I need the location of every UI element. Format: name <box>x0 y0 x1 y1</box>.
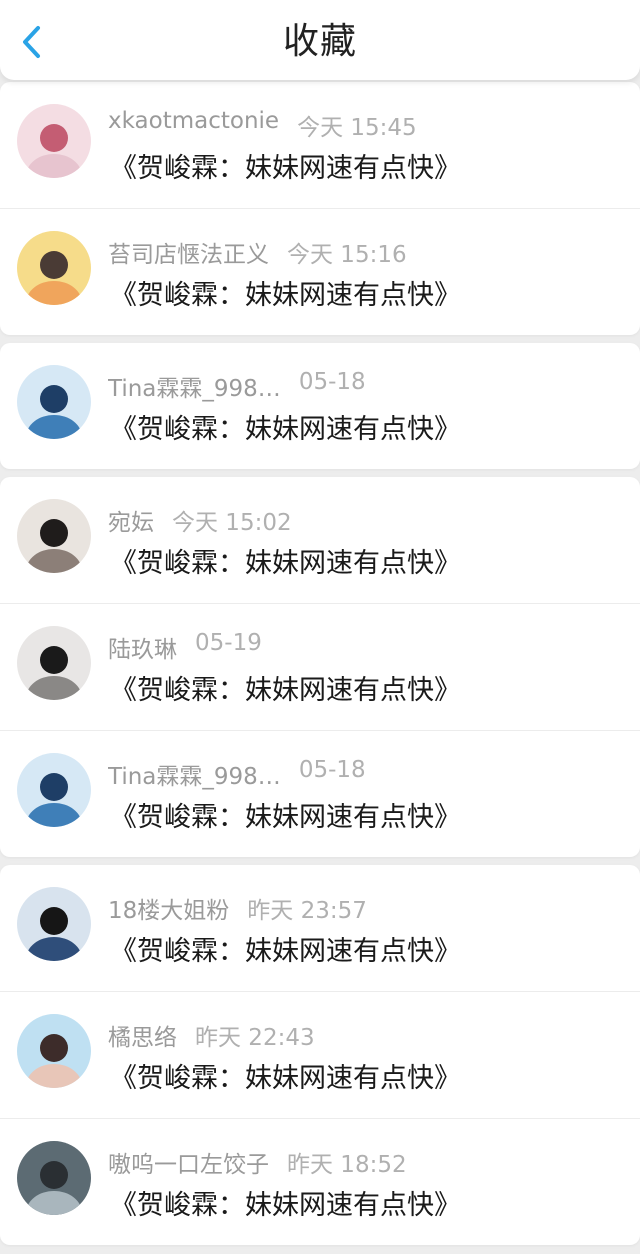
favorite-item[interactable]: 橘思络 昨天 22:43 《贺峻霖：妹妹网速有点快》 <box>0 991 640 1118</box>
user-name[interactable]: 嗷呜一口左饺子 <box>108 1145 269 1179</box>
article-title[interactable]: 《贺峻霖：妹妹网速有点快》 <box>110 929 461 968</box>
article-title[interactable]: 《贺峻霖：妹妹网速有点快》 <box>110 795 461 834</box>
item-meta: 18楼大姐粉 昨天 23:57 <box>108 891 367 925</box>
item-meta: xkaotmactonie 今天 15:45 <box>108 108 417 141</box>
item-meta: Tina霖霖_998… 05-18 <box>108 369 366 403</box>
user-name[interactable]: 苔司店惬法正义 <box>108 235 269 269</box>
item-meta: 陆玖琳 05-19 <box>108 630 262 664</box>
user-name[interactable]: xkaotmactonie <box>108 108 279 134</box>
user-name[interactable]: 18楼大姐粉 <box>108 891 229 925</box>
timestamp: 今天 15:02 <box>172 510 292 536</box>
timestamp: 今天 15:45 <box>297 115 417 141</box>
user-name[interactable]: Tina霖霖_998… <box>108 369 281 403</box>
item-meta: 宛妘 今天 15:02 <box>108 503 292 537</box>
user-avatar[interactable] <box>17 1014 91 1088</box>
page-title: 收藏 <box>282 21 357 62</box>
timestamp: 05-18 <box>298 369 366 395</box>
favorite-item[interactable]: Tina霖霖_998… 05-18 《贺峻霖：妹妹网速有点快》 <box>0 343 640 469</box>
user-avatar[interactable] <box>17 499 91 573</box>
favorites-group: Tina霖霖_998… 05-18 《贺峻霖：妹妹网速有点快》 <box>0 343 640 469</box>
favorite-item[interactable]: Tina霖霖_998… 05-18 《贺峻霖：妹妹网速有点快》 <box>0 730 640 857</box>
favorite-item[interactable]: 宛妘 今天 15:02 《贺峻霖：妹妹网速有点快》 <box>0 477 640 603</box>
article-title[interactable]: 《贺峻霖：妹妹网速有点快》 <box>110 146 461 185</box>
article-title[interactable]: 《贺峻霖：妹妹网速有点快》 <box>110 668 461 707</box>
user-avatar[interactable] <box>17 365 91 439</box>
favorites-group: 宛妘 今天 15:02 《贺峻霖：妹妹网速有点快》 陆玖琳 05-19 《贺峻霖：妹妹网速… <box>0 477 640 857</box>
timestamp: 昨天 18:52 <box>287 1152 407 1178</box>
user-name[interactable]: 陆玖琳 <box>108 630 177 664</box>
item-meta: 嗷呜一口左饺子 昨天 18:52 <box>108 1145 407 1179</box>
item-meta: 橘思络 昨天 22:43 <box>108 1018 315 1052</box>
article-title[interactable]: 《贺峻霖：妹妹网速有点快》 <box>110 407 461 446</box>
user-avatar[interactable] <box>17 1141 91 1215</box>
user-avatar[interactable] <box>17 753 91 827</box>
article-title[interactable]: 《贺峻霖：妹妹网速有点快》 <box>110 273 461 312</box>
article-title[interactable]: 《贺峻霖：妹妹网速有点快》 <box>110 1183 461 1222</box>
timestamp: 05-19 <box>195 630 262 656</box>
favorite-item[interactable]: xkaotmactonie 今天 15:45 《贺峻霖：妹妹网速有点快》 <box>0 82 640 208</box>
article-title[interactable]: 《贺峻霖：妹妹网速有点快》 <box>110 1056 461 1095</box>
favorite-item[interactable]: 陆玖琳 05-19 《贺峻霖：妹妹网速有点快》 <box>0 603 640 730</box>
user-avatar[interactable] <box>17 231 91 305</box>
favorite-item[interactable]: 18楼大姐粉 昨天 23:57 《贺峻霖：妹妹网速有点快》 <box>0 865 640 991</box>
item-meta: 苔司店惬法正义 今天 15:16 <box>108 235 407 269</box>
favorites-group: xkaotmactonie 今天 15:45 《贺峻霖：妹妹网速有点快》 苔司店惬法正… <box>0 82 640 335</box>
timestamp: 05-18 <box>298 757 366 783</box>
item-meta: Tina霖霖_998… 05-18 <box>108 757 366 791</box>
favorite-item[interactable]: 嗷呜一口左饺子 昨天 18:52 《贺峻霖：妹妹网速有点快》 <box>0 1118 640 1245</box>
timestamp: 昨天 23:57 <box>247 898 367 924</box>
user-name[interactable]: Tina霖霖_998… <box>108 757 281 791</box>
favorite-item[interactable]: 苔司店惬法正义 今天 15:16 《贺峻霖：妹妹网速有点快》 <box>0 208 640 335</box>
user-avatar[interactable] <box>17 626 91 700</box>
timestamp: 今天 15:16 <box>287 242 407 268</box>
user-avatar[interactable] <box>17 104 91 178</box>
timestamp: 昨天 22:43 <box>195 1025 315 1051</box>
user-name[interactable]: 宛妘 <box>108 503 154 537</box>
article-title[interactable]: 《贺峻霖：妹妹网速有点快》 <box>110 541 461 580</box>
user-avatar[interactable] <box>17 887 91 961</box>
user-name[interactable]: 橘思络 <box>108 1018 177 1052</box>
favorites-group: 18楼大姐粉 昨天 23:57 《贺峻霖：妹妹网速有点快》 橘思络 昨天 22:43 《贺… <box>0 865 640 1245</box>
favorites-list: xkaotmactonie 今天 15:45 《贺峻霖：妹妹网速有点快》 苔司店惬法正… <box>0 82 640 1253</box>
top-bar: 收藏 <box>0 0 640 80</box>
